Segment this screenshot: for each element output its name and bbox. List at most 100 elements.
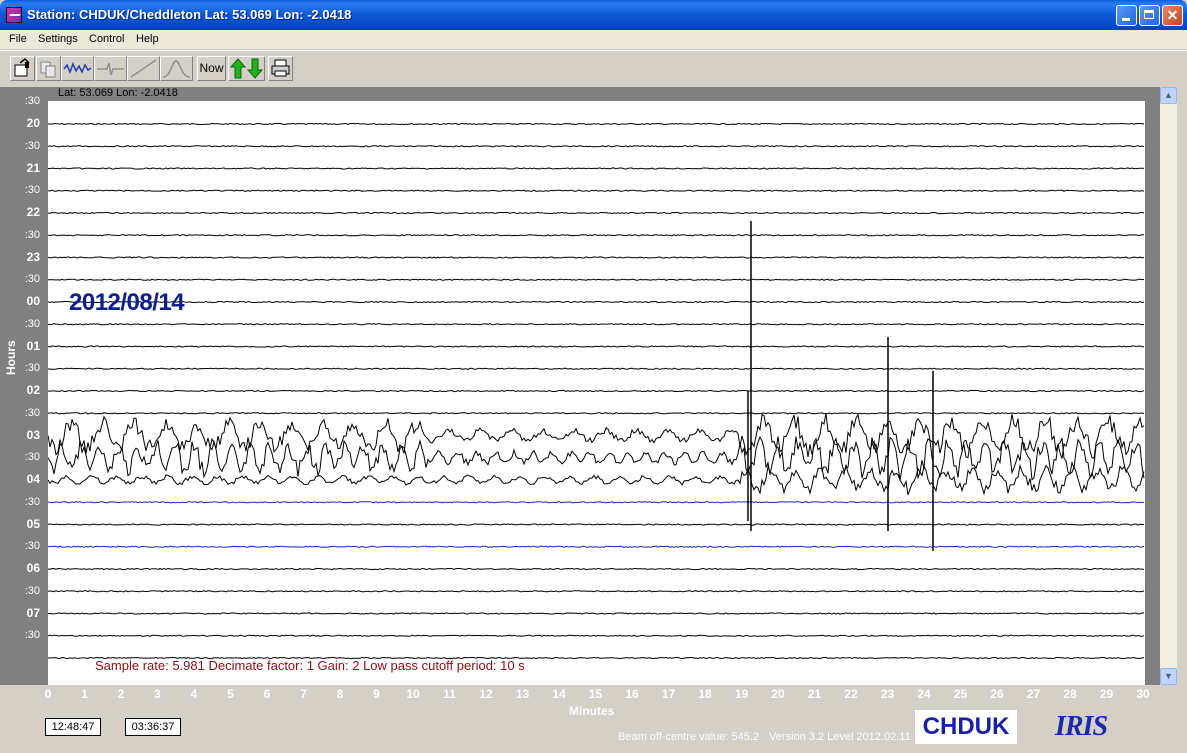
pulse-icon [162, 60, 191, 78]
title-bar[interactable]: Station: CHDUK/Cheddleton Lat: 53.069 Lo… [0, 0, 1187, 30]
open-button[interactable] [10, 56, 35, 81]
trace-line [47, 412, 1145, 415]
maximize-icon [1144, 10, 1154, 19]
x-tick-label: 6 [263, 687, 271, 701]
pulse-button[interactable] [160, 56, 193, 81]
trace-line [47, 300, 1145, 304]
maximize-button[interactable] [1139, 5, 1160, 26]
sample-info: Sample rate: 5.981 Decimate factor: 1 Ga… [95, 658, 525, 673]
x-tick-label: 18 [698, 687, 712, 701]
slope-button[interactable] [127, 56, 160, 81]
helicorder-plot[interactable] [47, 101, 1145, 685]
hour-label: :30 [24, 540, 40, 552]
x-tick-label: 21 [807, 687, 822, 701]
hour-label: 23 [26, 249, 40, 264]
hour-label: :30 [24, 495, 40, 508]
app-icon[interactable] [6, 7, 22, 23]
vertical-scrollbar[interactable]: ▲ ▼ [1160, 87, 1177, 685]
x-tick-label: 0 [44, 687, 52, 701]
x-axis-title: Minutes [569, 704, 615, 718]
x-tick-label: 29 [1099, 687, 1114, 701]
printer-icon [271, 59, 290, 77]
x-tick-label: 17 [661, 687, 676, 701]
hour-label: 06 [26, 561, 40, 576]
copy-button[interactable] [36, 56, 61, 81]
trace-line [47, 145, 1145, 148]
hour-label: 20 [26, 116, 40, 131]
waveform-button[interactable] [61, 56, 94, 81]
hour-label: 03 [26, 427, 40, 442]
trace-line [47, 345, 1144, 348]
menu-file[interactable]: File [9, 33, 27, 45]
trace-line [47, 167, 1145, 170]
x-tick-label: 3 [154, 687, 161, 701]
filter-button[interactable] [94, 56, 127, 81]
scroll-up-button[interactable]: ▲ [1160, 87, 1177, 104]
chduk-logo: CHDUK [915, 710, 1017, 744]
waveform-icon [63, 61, 92, 75]
hour-label: 02 [26, 383, 40, 398]
trace-line [47, 413, 1145, 460]
trace-line [48, 122, 1145, 126]
trace-line [47, 436, 1145, 481]
x-tick-label: 24 [917, 687, 931, 701]
close-button[interactable]: ✕ [1162, 5, 1183, 26]
hour-label: :30 [24, 273, 40, 285]
trace-line [47, 389, 1145, 393]
time-readout-right: 03:36:37 [125, 718, 181, 736]
x-tick-label: 10 [406, 687, 420, 701]
x-tick-label: 28 [1063, 687, 1077, 701]
seismogram-traces [47, 122, 1145, 660]
x-tick-label: 1 [81, 687, 88, 701]
x-tick-label: 23 [880, 687, 895, 701]
menu-settings[interactable]: Settings [38, 33, 78, 45]
x-tick-label: 22 [844, 687, 858, 701]
beam-offset-text: Beam off-centre value: 545.2 [618, 731, 760, 743]
trace-line [47, 567, 1145, 571]
x-tick-label: 15 [588, 687, 603, 701]
hour-label: 00 [26, 294, 40, 309]
x-tick-label: 19 [734, 687, 749, 701]
up-down-arrows-icon [229, 58, 264, 79]
hour-label: :30 [24, 317, 40, 330]
x-tick-label: 13 [515, 687, 530, 701]
trace-line [47, 634, 1145, 637]
trace-line [47, 523, 1145, 526]
trace-line [47, 545, 1145, 548]
x-tick-label: 14 [552, 687, 566, 701]
filter-icon [97, 62, 124, 76]
copy-icon [40, 61, 56, 78]
arrow-up-icon: ▲ [1164, 90, 1173, 100]
hour-label: 07 [26, 605, 40, 620]
iris-logo: IRIS [1054, 711, 1108, 742]
trace-line [47, 189, 1145, 192]
hour-label: :30 [24, 184, 40, 196]
scroll-down-button[interactable]: ▼ [1160, 668, 1177, 685]
hour-label: :30 [24, 139, 40, 152]
menu-control[interactable]: Control [89, 33, 124, 45]
trace-line [47, 256, 1145, 259]
date-label: 2012/08/14 [69, 289, 185, 316]
x-tick-label: 25 [953, 687, 968, 701]
arrow-down-icon: ▼ [1164, 671, 1173, 681]
now-button[interactable]: Now [197, 56, 226, 81]
trace-line [47, 323, 1145, 326]
x-tick-label: 16 [625, 687, 639, 701]
hour-label: 05 [26, 516, 40, 531]
x-tick-label: 26 [990, 687, 1004, 701]
x-tick-label: 5 [227, 687, 234, 701]
trace-line [47, 590, 1145, 593]
hour-label: :30 [24, 95, 40, 107]
toolbar: Now [0, 50, 1187, 87]
hour-label: :30 [24, 451, 40, 463]
up-down-button[interactable] [228, 56, 265, 81]
x-tick-label: 11 [443, 687, 456, 701]
menu-help[interactable]: Help [136, 33, 159, 45]
hour-label: 22 [26, 205, 40, 220]
print-button[interactable] [268, 56, 293, 81]
slope-icon [130, 59, 157, 78]
trace-line [47, 367, 1145, 370]
close-icon: ✕ [1166, 7, 1179, 23]
hour-label: :30 [24, 584, 40, 597]
minimize-button[interactable] [1116, 5, 1137, 26]
